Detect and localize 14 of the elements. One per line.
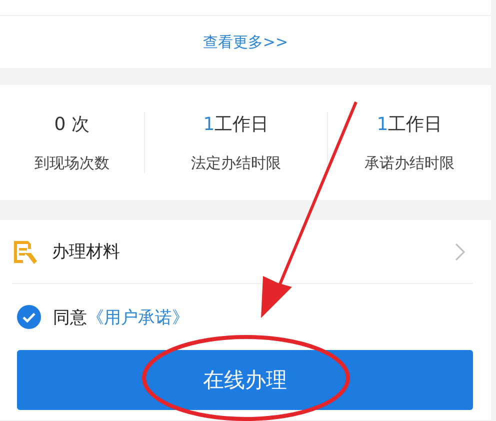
stat-label: 法定办结时限 [191,154,281,173]
chevron-right-icon [455,242,465,260]
more-link[interactable]: 查看更多>> [202,33,288,52]
agree-text: 同意 [53,306,87,328]
stat-label: 承诺办结时限 [364,154,454,173]
stat-value: 1工作日 [376,113,442,136]
stat-value: 0 次 [54,113,90,136]
stat-value: 1工作日 [203,113,269,136]
checkbox[interactable] [17,305,41,329]
materials-label: 办理材料 [52,241,121,263]
document-icon [12,238,38,264]
stat-label: 到现场次数 [34,154,110,173]
user-pledge-link[interactable]: 《用户承诺》 [87,306,189,328]
online-apply-button[interactable]: 在线办理 [17,350,473,410]
